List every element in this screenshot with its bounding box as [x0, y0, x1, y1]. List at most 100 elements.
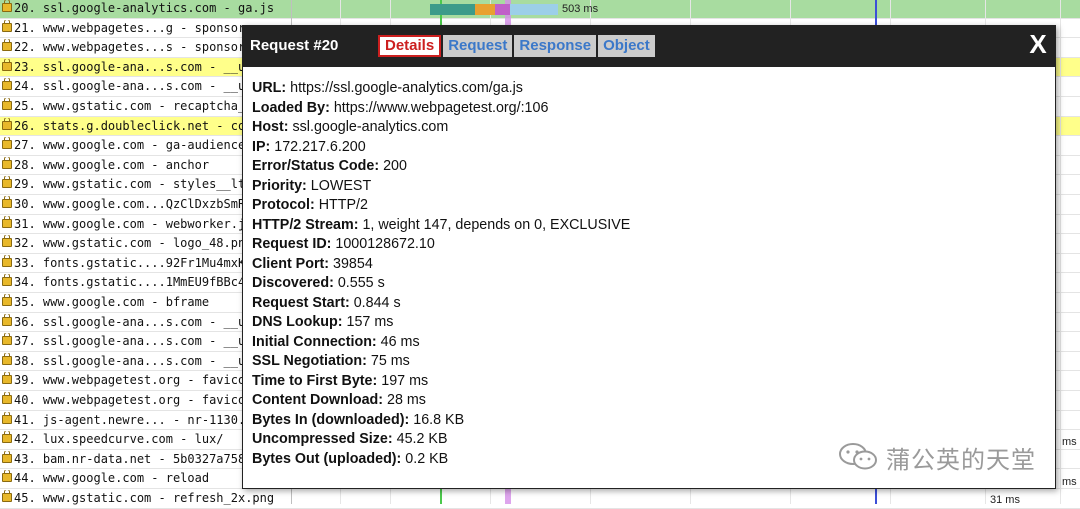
detail-value: 46 ms — [376, 333, 420, 350]
request-label-text: 29. www.gstatic.com - styles__lt — [14, 177, 246, 192]
tab-details[interactable]: Details — [378, 35, 442, 57]
request-bar-ssl — [495, 4, 510, 15]
request-timing-label: 503 ms — [562, 3, 599, 15]
detail-label: SSL Negotiation: — [252, 353, 367, 369]
lock-icon — [2, 156, 12, 169]
lock-icon — [2, 450, 12, 463]
lock-icon — [2, 392, 12, 404]
wechat-icon — [839, 443, 877, 470]
detail-label: Request ID: — [252, 236, 332, 252]
request-label-text: 36. ssl.google-ana...s.com - __u — [14, 314, 246, 329]
request-label-text: 35. www.google.com - bframe — [14, 295, 210, 309]
detail-value: 39854 — [329, 255, 373, 272]
detail-row: Bytes Out (uploaded): 0.2 KB — [252, 450, 630, 470]
request-label-text: 20. ssl.google-analytics.com - ga.js — [14, 1, 275, 15]
lock-icon — [2, 274, 12, 287]
detail-row: URL: https://ssl.google-analytics.com/ga… — [252, 79, 630, 99]
detail-label: DNS Lookup: — [252, 314, 343, 330]
detail-row: Time to First Byte: 197 ms — [252, 372, 630, 392]
detail-row: DNS Lookup: 157 ms — [252, 313, 630, 333]
tab-object[interactable]: Object — [598, 35, 655, 57]
detail-label: HTTP/2 Stream: — [252, 216, 359, 233]
lock-icon — [2, 58, 12, 71]
detail-row: Request ID: 1000128672.10 — [252, 235, 630, 255]
request-details-dialog: Request #20 Details Request Response Obj… — [242, 25, 1056, 489]
request-label-text: 42. lux.speedcurve.com - lux/ — [14, 432, 224, 447]
request-label-text: 27. www.google.com - ga-audience — [14, 138, 246, 153]
request-label-text: 23. ssl.google-ana...s.com - __u — [14, 59, 246, 74]
detail-value: 172.217.6.200 — [270, 138, 366, 155]
lock-icon — [2, 294, 12, 306]
detail-value: 1, weight 147, depends on 0, EXCLUSIVE — [358, 216, 631, 233]
detail-row: Priority: LOWEST — [252, 177, 630, 197]
request-label[interactable]: 20. ssl.google-analytics.com - ga.js — [2, 0, 290, 17]
detail-label: Content Download: — [252, 392, 384, 408]
request-bar-dns — [430, 4, 475, 15]
detail-label: Loaded By: — [252, 99, 330, 116]
request-label-text: 24. ssl.google-ana...s.com - __u — [14, 79, 246, 94]
request-label[interactable]: 45. www.gstatic.com - refresh_2x.png — [2, 490, 290, 507]
lock-icon — [2, 0, 12, 12]
detail-label: Initial Connection: — [252, 333, 377, 350]
detail-value: https://ssl.google-analytics.com/ga.js — [286, 80, 523, 96]
lock-icon — [2, 254, 12, 267]
close-icon[interactable]: X — [1027, 31, 1049, 57]
detail-row: Content Download: 28 ms — [252, 391, 630, 411]
detail-label: Time to First Byte: — [252, 372, 378, 389]
request-timing-label: 31 ms — [990, 494, 1020, 506]
lock-icon — [2, 19, 12, 32]
detail-value: 1000128672.10 — [331, 236, 435, 252]
detail-label: Discovered: — [252, 275, 334, 291]
request-label-text: 38. ssl.google-ana...s.com - __u — [14, 353, 246, 368]
detail-value: 0.844 s — [349, 294, 401, 311]
request-label-text: 34. fonts.gstatic....1MmEU9fBBc4 — [14, 275, 246, 290]
request-label-text: 41. js-agent.newre... - nr-1130. — [14, 412, 246, 427]
detail-label: Bytes Out (uploaded): — [252, 450, 402, 467]
detail-row: Bytes In (downloaded): 16.8 KB — [252, 411, 630, 431]
detail-row: Client Port: 39854 — [252, 255, 630, 275]
request-label-text: 40. www.webpagetest.org - favico — [14, 393, 246, 407]
request-timing-label: ms — [1062, 476, 1077, 488]
request-label-text: 30. www.google.com...QzClDxzbSmR — [14, 197, 246, 211]
request-timing-label: ms — [1062, 436, 1077, 448]
detail-row: Protocol: HTTP/2 — [252, 196, 630, 216]
request-label-text: 32. www.gstatic.com - logo_48.pn — [14, 236, 246, 251]
detail-row: Loaded By: https://www.webpagetest.org/:… — [252, 99, 630, 119]
lock-icon — [2, 39, 12, 52]
detail-label: Bytes In (downloaded): — [252, 411, 410, 428]
detail-row: SSL Negotiation: 75 ms — [252, 352, 630, 372]
detail-label: Protocol: — [252, 197, 315, 213]
lock-icon — [2, 470, 12, 483]
request-label-text: 43. bam.nr-data.net - 5b0327a758 — [14, 451, 246, 466]
lock-icon — [2, 98, 12, 110]
request-label-text: 37. ssl.google-ana...s.com - __u — [14, 334, 246, 349]
lock-icon — [2, 352, 12, 365]
request-label-text: 21. www.webpagetes...g - sponsor — [14, 20, 246, 35]
lock-icon — [2, 333, 12, 346]
detail-label: Priority: — [252, 177, 307, 194]
tab-request[interactable]: Request — [443, 35, 513, 57]
detail-value: 28 ms — [383, 392, 426, 408]
request-label-text: 25. www.gstatic.com - recaptcha_ — [14, 99, 246, 113]
dialog-header: Request #20 Details Request Response Obj… — [243, 26, 1055, 67]
detail-row: Initial Connection: 46 ms — [252, 333, 630, 353]
request-bar-connect — [475, 4, 495, 15]
grid-line — [1060, 0, 1061, 504]
dialog-tabs: Details Request Response Object — [378, 35, 655, 57]
detail-row: HTTP/2 Stream: 1, weight 147, depends on… — [252, 216, 630, 236]
detail-label: Host: — [252, 119, 289, 135]
detail-label: Request Start: — [252, 294, 350, 311]
detail-label: Client Port: — [252, 255, 330, 272]
detail-value: 45.2 KB — [392, 431, 448, 447]
detail-value: 200 — [379, 158, 407, 174]
detail-label: Uncompressed Size: — [252, 431, 393, 447]
detail-row: Uncompressed Size: 45.2 KB — [252, 430, 630, 450]
lock-icon — [2, 313, 12, 326]
request-label-text: 26. stats.g.doubleclick.net - co — [14, 118, 246, 133]
lock-icon — [2, 235, 12, 248]
tab-response[interactable]: Response — [514, 35, 597, 57]
watermark-text: 蒲公英的天堂 — [886, 445, 1036, 474]
table-row[interactable]: 45. www.gstatic.com - refresh_2x.png — [0, 489, 1080, 509]
details-list: URL: https://ssl.google-analytics.com/ga… — [252, 79, 630, 469]
lock-icon — [2, 78, 12, 91]
